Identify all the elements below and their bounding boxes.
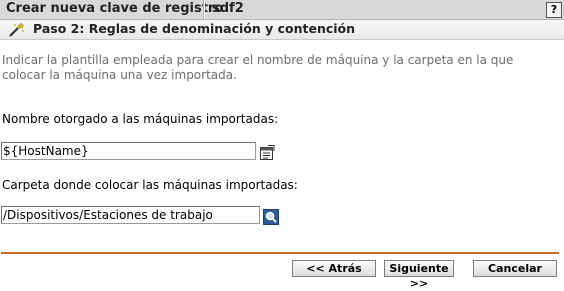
title-bar: Crear nueva clave de registro sdf2 ?: [0, 0, 564, 20]
wand-icon: [7, 22, 25, 38]
key-name: sdf2: [212, 1, 244, 16]
naming-input[interactable]: [1, 142, 256, 160]
help-button[interactable]: ?: [546, 2, 562, 18]
step-header: Paso 2: Reglas de denominación y contenc…: [0, 20, 564, 40]
footer-divider: [1, 252, 559, 254]
wizard-title: Crear nueva clave de registro: [6, 1, 224, 16]
next-button[interactable]: Siguiente >>: [384, 260, 454, 290]
naming-label: Nombre otorgado a las máquinas importada…: [2, 112, 279, 126]
variable-picker-icon[interactable]: [259, 145, 275, 161]
back-button[interactable]: << Atrás: [292, 260, 376, 277]
step-description: Indicar la plantilla empleada para crear…: [2, 53, 514, 82]
step-title: Paso 2: Reglas de denominación y contenc…: [33, 21, 356, 36]
folder-label: Carpeta donde colocar las máquinas impor…: [2, 178, 298, 192]
cancel-button[interactable]: Cancelar: [473, 260, 557, 277]
browse-search-icon[interactable]: [263, 209, 279, 225]
title-separator: [203, 0, 205, 19]
folder-input[interactable]: [1, 206, 260, 224]
